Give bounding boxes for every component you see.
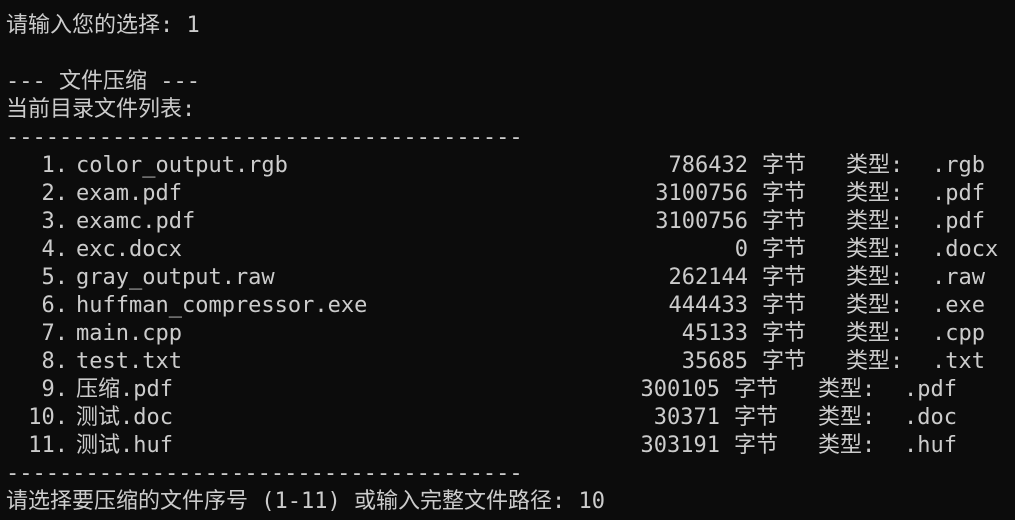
file-size: 786432 — [668, 153, 748, 178]
file-size-unit: 字节 — [762, 153, 807, 178]
file-type: .doc — [904, 405, 957, 430]
file-size-unit: 字节 — [734, 433, 779, 458]
file-type-label: 类型: — [846, 321, 904, 346]
file-list-row: 1. color_output.rgb 786432 字节 类型: .rgb — [0, 152, 1015, 180]
file-name: exam.pdf — [76, 181, 182, 206]
file-size-unit: 字节 — [762, 293, 807, 318]
file-type: .exe — [932, 293, 985, 318]
file-index: 5. — [41, 265, 69, 290]
file-type: .pdf — [932, 181, 985, 206]
file-size: 262144 — [668, 265, 748, 290]
file-size: 30371 — [653, 405, 720, 430]
file-size-unit: 字节 — [762, 349, 807, 374]
file-type-label: 类型: — [846, 237, 904, 262]
section-title: --- 文件压缩 --- — [6, 69, 200, 94]
file-name: gray_output.raw — [76, 265, 275, 290]
file-name: examc.pdf — [76, 209, 196, 234]
separator-top: --------------------------------------- — [6, 125, 523, 150]
file-index: 2. — [41, 181, 69, 206]
file-type-label: 类型: — [846, 349, 904, 374]
file-size: 300105 — [640, 377, 720, 402]
file-name: 压缩.pdf — [76, 377, 173, 402]
file-list-row: 11. 测试.huf 303191 字节 类型: .huf — [0, 432, 1015, 460]
file-list-row: 2. exam.pdf 3100756 字节 类型: .pdf — [0, 180, 1015, 208]
file-name: huffman_compressor.exe — [76, 293, 368, 318]
file-size-unit: 字节 — [762, 209, 807, 234]
file-list-row: 5. gray_output.raw 262144 字节 类型: .raw — [0, 264, 1015, 292]
file-type: .huf — [904, 433, 957, 458]
file-size-unit: 字节 — [762, 265, 807, 290]
file-type-label: 类型: — [846, 265, 904, 290]
file-type-label: 类型: — [846, 209, 904, 234]
file-size: 3100756 — [655, 181, 748, 206]
file-size: 0 — [734, 237, 748, 262]
file-type: .txt — [932, 349, 985, 374]
file-list-title: 当前目录文件列表: — [6, 97, 196, 122]
file-name: 测试.doc — [76, 405, 173, 430]
file-type: .raw — [932, 265, 985, 290]
file-index: 3. — [41, 209, 69, 234]
file-type: .pdf — [932, 209, 985, 234]
file-size-unit: 字节 — [734, 405, 779, 430]
file-type: .docx — [932, 237, 999, 262]
file-list-row: 7. main.cpp 45133 字节 类型: .cpp — [0, 320, 1015, 348]
file-size: 45133 — [681, 321, 748, 346]
file-list-row: 8. test.txt 35685 字节 类型: .txt — [0, 348, 1015, 376]
file-size-unit: 字节 — [762, 181, 807, 206]
file-index: 11. — [28, 433, 68, 458]
separator-bottom: --------------------------------------- — [6, 461, 523, 486]
file-type: .pdf — [904, 377, 957, 402]
file-name: main.cpp — [76, 321, 182, 346]
file-type-label: 类型: — [818, 405, 876, 430]
file-size-unit: 字节 — [762, 237, 807, 262]
file-type-label: 类型: — [846, 181, 904, 206]
file-size-unit: 字节 — [734, 377, 779, 402]
file-type-label: 类型: — [846, 293, 904, 318]
file-list-row: 3. examc.pdf 3100756 字节 类型: .pdf — [0, 208, 1015, 236]
file-name: test.txt — [76, 349, 182, 374]
file-index: 4. — [41, 237, 69, 262]
file-name: color_output.rgb — [76, 153, 288, 178]
file-index: 7. — [41, 321, 69, 346]
file-list-row: 6. huffman_compressor.exe 444433 字节 类型: .exe — [0, 292, 1015, 320]
file-size-unit: 字节 — [762, 321, 807, 346]
file-size: 3100756 — [655, 209, 748, 234]
file-type-label: 类型: — [846, 153, 904, 178]
select-file-prompt: 请选择要压缩的文件序号 (1-11) 或输入完整文件路径: 10 — [6, 489, 605, 514]
file-size: 444433 — [668, 293, 748, 318]
file-name: 测试.huf — [76, 433, 173, 458]
file-type-label: 类型: — [818, 377, 876, 402]
file-list-row: 10. 测试.doc 30371 字节 类型: .doc — [0, 404, 1015, 432]
choice-prompt-line: 请输入您的选择: 1 — [6, 13, 200, 38]
file-index: 10. — [28, 405, 68, 430]
file-size: 303191 — [640, 433, 720, 458]
file-index: 8. — [41, 349, 69, 374]
file-name: exc.docx — [76, 237, 182, 262]
file-type: .rgb — [932, 153, 985, 178]
file-index: 6. — [41, 293, 69, 318]
file-size: 35685 — [681, 349, 748, 374]
file-type-label: 类型: — [818, 433, 876, 458]
file-type: .cpp — [932, 321, 985, 346]
console-window[interactable]: 请输入您的选择: 1 --- 文件压缩 --- 当前目录文件列表: ------… — [0, 0, 1015, 520]
file-list-row: 4. exc.docx 0 字节 类型: .docx — [0, 236, 1015, 264]
file-index: 1. — [41, 153, 69, 178]
file-list-row: 9. 压缩.pdf 300105 字节 类型: .pdf — [0, 376, 1015, 404]
file-index: 9. — [41, 377, 69, 402]
